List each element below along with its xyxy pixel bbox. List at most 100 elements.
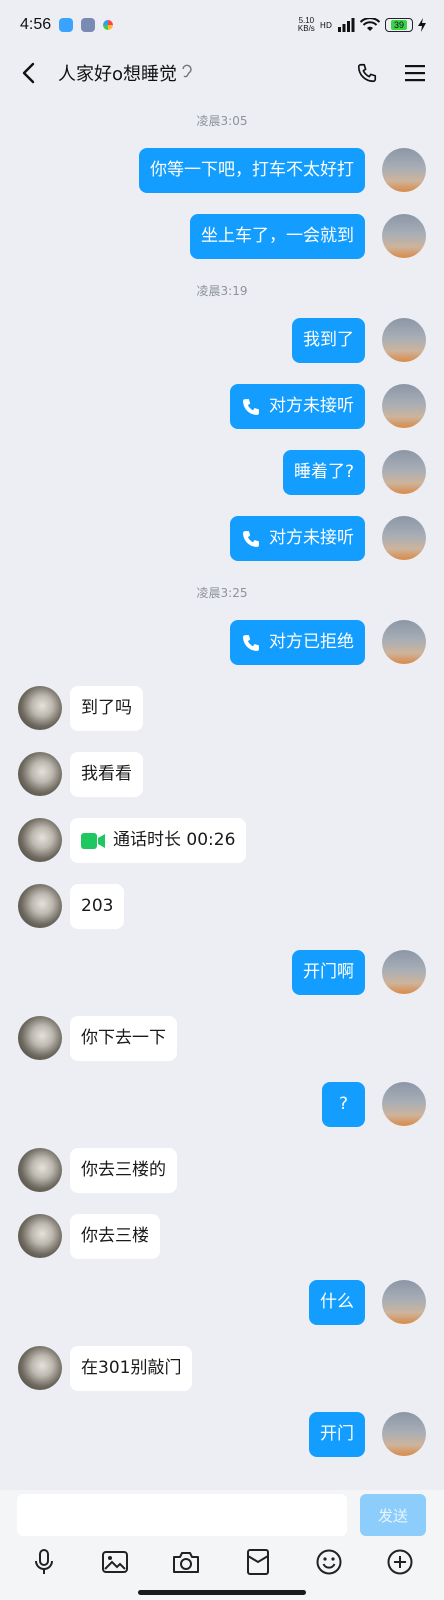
- status-time: 4:56: [20, 16, 52, 33]
- battery-indicator: 39: [385, 18, 413, 32]
- message-text: 到了吗: [81, 698, 132, 718]
- message-bubble[interactable]: 坐上车了，一会就到: [190, 214, 365, 259]
- message-bubble[interactable]: 在301别敲门: [70, 1346, 193, 1391]
- message-row: 我到了: [0, 318, 444, 364]
- message-bubble[interactable]: 你下去一下: [70, 1016, 177, 1061]
- emoji-icon[interactable]: [313, 1546, 345, 1578]
- call-record-bubble[interactable]: 对方已拒绝: [230, 620, 365, 665]
- signal-icon: [338, 18, 355, 32]
- message-bubble[interactable]: 我看看: [70, 752, 143, 797]
- contact-avatar[interactable]: [18, 686, 62, 730]
- message-row: 坐上车了，一会就到: [0, 214, 444, 260]
- call-record-bubble[interactable]: 对方未接听: [230, 384, 365, 429]
- message-bubble[interactable]: 你去三楼的: [70, 1148, 177, 1193]
- message-row: 睡着了?: [0, 450, 444, 496]
- ear-mode-icon: [181, 63, 193, 83]
- microphone-icon[interactable]: [28, 1546, 60, 1578]
- message-bubble[interactable]: 睡着了?: [282, 450, 365, 495]
- message-row: 你去三楼: [0, 1214, 444, 1260]
- message-row: 到了吗: [0, 686, 444, 732]
- charging-icon: [418, 18, 426, 32]
- message-row: 你下去一下: [0, 1016, 444, 1062]
- my-avatar[interactable]: [382, 516, 426, 560]
- cloud-app-icon: [59, 18, 74, 32]
- message-text: 我看看: [81, 764, 132, 784]
- message-row: 对方未接听: [0, 516, 444, 562]
- plus-icon[interactable]: [384, 1546, 416, 1578]
- message-text: 对方已拒绝: [269, 632, 354, 652]
- my-avatar[interactable]: [382, 148, 426, 192]
- phone-icon: [241, 633, 261, 653]
- app-notification-icon: [81, 18, 96, 32]
- back-arrow-icon[interactable]: [16, 61, 40, 85]
- message-bubble[interactable]: 到了吗: [70, 686, 143, 731]
- my-avatar[interactable]: [382, 450, 426, 494]
- message-bubble[interactable]: 你去三楼: [70, 1214, 160, 1259]
- red-packet-icon[interactable]: [242, 1546, 274, 1578]
- message-row: 你等一下吧，打车不太好打: [0, 148, 444, 194]
- message-bubble[interactable]: 203: [70, 884, 125, 929]
- send-button[interactable]: 发送: [360, 1494, 426, 1536]
- message-text: 你去三楼的: [81, 1160, 166, 1180]
- message-row: 对方未接听: [0, 384, 444, 430]
- message-bubble[interactable]: 开门啊: [292, 950, 365, 995]
- image-icon[interactable]: [99, 1546, 131, 1578]
- call-record-bubble[interactable]: 通话时长 00:26: [70, 818, 247, 863]
- my-avatar[interactable]: [382, 1412, 426, 1456]
- phone-icon: [241, 529, 261, 549]
- message-row: 开门啊: [0, 950, 444, 996]
- message-bubble[interactable]: 你等一下吧，打车不太好打: [139, 148, 365, 193]
- message-input[interactable]: [17, 1494, 347, 1536]
- contact-avatar[interactable]: [18, 884, 62, 928]
- my-avatar[interactable]: [382, 620, 426, 664]
- message-text: 睡着了?: [293, 462, 354, 482]
- call-record-bubble[interactable]: 对方未接听: [230, 516, 365, 561]
- network-speed: 5.10 KB/s: [298, 17, 315, 33]
- message-text: 对方未接听: [269, 528, 354, 548]
- contact-avatar[interactable]: [18, 818, 62, 862]
- message-row: 203: [0, 884, 444, 930]
- message-bubble[interactable]: ?: [321, 1082, 365, 1127]
- message-text: ?: [338, 1094, 348, 1114]
- message-text: 通话时长 00:26: [113, 830, 236, 850]
- message-text: 203: [81, 896, 114, 916]
- chat-header: 人家好o想睡觉: [0, 50, 444, 96]
- message-row: 对方已拒绝: [0, 620, 444, 666]
- menu-button[interactable]: [402, 60, 428, 86]
- message-row: 你去三楼的: [0, 1148, 444, 1194]
- my-avatar[interactable]: [382, 214, 426, 258]
- message-text: 开门啊: [303, 962, 354, 982]
- my-avatar[interactable]: [382, 950, 426, 994]
- contact-avatar[interactable]: [18, 1214, 62, 1258]
- message-timestamp: 凌晨3:19: [196, 284, 248, 298]
- message-text: 你下去一下: [81, 1028, 166, 1048]
- contact-avatar[interactable]: [18, 1016, 62, 1060]
- contact-avatar[interactable]: [18, 1148, 62, 1192]
- phone-call-button[interactable]: [354, 60, 380, 86]
- message-text: 你等一下吧，打车不太好打: [150, 160, 354, 180]
- video-call-icon: [81, 832, 105, 850]
- wifi-icon: [360, 18, 380, 31]
- message-bubble[interactable]: 什么: [309, 1280, 365, 1325]
- input-area: 发送: [0, 1490, 444, 1600]
- colorful-app-icon: [103, 20, 114, 30]
- my-avatar[interactable]: [382, 318, 426, 362]
- home-indicator[interactable]: [138, 1590, 306, 1595]
- my-avatar[interactable]: [382, 384, 426, 428]
- network-type: HD: [319, 20, 332, 30]
- message-bubble[interactable]: 我到了: [292, 318, 365, 363]
- message-text: 你去三楼: [81, 1226, 149, 1246]
- contact-avatar[interactable]: [18, 752, 62, 796]
- phone-icon: [241, 397, 261, 417]
- my-avatar[interactable]: [382, 1082, 426, 1126]
- chat-title[interactable]: 人家好o想睡觉: [58, 60, 177, 86]
- message-bubble[interactable]: 开门: [309, 1412, 365, 1457]
- message-text: 我到了: [303, 330, 354, 350]
- my-avatar[interactable]: [382, 1280, 426, 1324]
- message-timestamp: 凌晨3:25: [196, 586, 248, 600]
- camera-icon[interactable]: [170, 1546, 202, 1578]
- message-text: 什么: [320, 1292, 354, 1312]
- input-toolbar: [0, 1542, 444, 1582]
- contact-avatar[interactable]: [18, 1346, 62, 1390]
- message-list[interactable]: 凌晨3:05 你等一下吧，打车不太好打 坐上车了，一会就到 凌晨3:19 我到了 对方未接…: [0, 96, 444, 1490]
